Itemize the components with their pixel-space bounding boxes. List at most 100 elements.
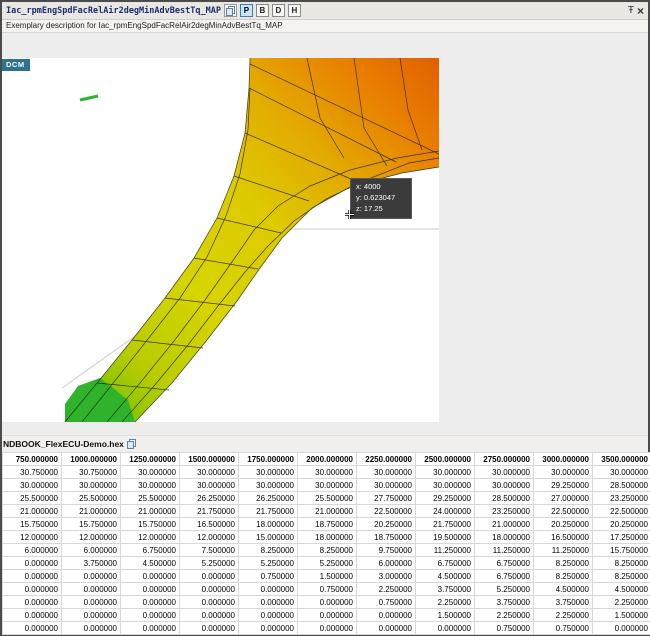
map-cell[interactable]: 1.500000	[416, 609, 475, 622]
map-cell[interactable]: 3.750000	[534, 596, 593, 609]
map-cell[interactable]: 12.000000	[121, 531, 180, 544]
map-cell[interactable]: 21.000000	[121, 505, 180, 518]
map-cell[interactable]: 5.250000	[239, 557, 298, 570]
map-cell[interactable]: 1.500000	[593, 609, 650, 622]
map-cell[interactable]: 6.750000	[121, 544, 180, 557]
map-cell[interactable]: 5.250000	[298, 557, 357, 570]
map-cell[interactable]: 30.000000	[62, 479, 121, 492]
map-cell[interactable]: 12.000000	[62, 531, 121, 544]
map-cell[interactable]: 6.750000	[475, 570, 534, 583]
map-cell[interactable]: 0.000000	[416, 622, 475, 635]
map-cell[interactable]: 30.000000	[298, 466, 357, 479]
map-cell[interactable]: 0.000000	[239, 622, 298, 635]
map-cell[interactable]: 30.000000	[239, 479, 298, 492]
map-cell[interactable]: 15.750000	[121, 518, 180, 531]
map-cell[interactable]: 4.500000	[121, 557, 180, 570]
map-cell[interactable]: 5.250000	[180, 557, 239, 570]
map-cell[interactable]: 25.500000	[3, 492, 62, 505]
view-toggle-d[interactable]: D	[272, 4, 285, 17]
map-cell[interactable]: 8.250000	[593, 570, 650, 583]
map-cell[interactable]: 20.250000	[593, 518, 650, 531]
map-cell[interactable]: 21.750000	[416, 518, 475, 531]
map-cell[interactable]: 6.000000	[62, 544, 121, 557]
map-cell[interactable]: 22.500000	[593, 505, 650, 518]
map-cell[interactable]: 30.000000	[357, 479, 416, 492]
map-cell[interactable]: 5.250000	[475, 583, 534, 596]
map-cell[interactable]: 21.000000	[3, 505, 62, 518]
map-cell[interactable]: 3.750000	[62, 557, 121, 570]
map-cell[interactable]: 26.250000	[239, 492, 298, 505]
map-cell[interactable]: 30.000000	[3, 479, 62, 492]
map-cell[interactable]: 22.500000	[357, 505, 416, 518]
map-cell[interactable]: 0.000000	[3, 609, 62, 622]
map-cell[interactable]: 0.000000	[239, 596, 298, 609]
map-cell[interactable]: 20.250000	[534, 518, 593, 531]
map-cell[interactable]: 24.000000	[416, 505, 475, 518]
map-cell[interactable]: 21.000000	[62, 505, 121, 518]
map-cell[interactable]: 30.750000	[62, 466, 121, 479]
map-cell[interactable]: 0.750000	[475, 622, 534, 635]
map-cell[interactable]: 0.000000	[180, 622, 239, 635]
view-toggle-physical[interactable]: P	[240, 4, 253, 17]
map-cell[interactable]: 18.750000	[357, 531, 416, 544]
map-cell[interactable]: 8.250000	[298, 544, 357, 557]
map-cell[interactable]: 7.500000	[180, 544, 239, 557]
map-cell[interactable]: 18.000000	[475, 531, 534, 544]
map-cell[interactable]: 25.500000	[62, 492, 121, 505]
map-cell[interactable]: 21.000000	[475, 518, 534, 531]
map-cell[interactable]: 2.250000	[593, 596, 650, 609]
pin-icon[interactable]: Ŧ	[628, 6, 634, 16]
map-cell[interactable]: 0.000000	[239, 609, 298, 622]
map-cell[interactable]: 30.750000	[3, 466, 62, 479]
view-toggle-b[interactable]: B	[256, 4, 269, 17]
map-cell[interactable]: 6.750000	[416, 557, 475, 570]
map-cell[interactable]: 30.000000	[416, 479, 475, 492]
map-cell[interactable]: 0.000000	[298, 596, 357, 609]
map-cell[interactable]: 2.250000	[416, 596, 475, 609]
map-cell[interactable]: 11.250000	[416, 544, 475, 557]
map-cell[interactable]: 0.000000	[62, 583, 121, 596]
map-cell[interactable]: 30.000000	[298, 479, 357, 492]
map-cell[interactable]: 18.000000	[239, 518, 298, 531]
map-cell[interactable]: 3.750000	[416, 583, 475, 596]
map-cell[interactable]: 17.250000	[593, 531, 650, 544]
map-cell[interactable]: 4.500000	[593, 583, 650, 596]
map-cell[interactable]: 6.750000	[475, 557, 534, 570]
map-cell[interactable]: 0.000000	[121, 570, 180, 583]
map-cell[interactable]: 26.250000	[180, 492, 239, 505]
map-cell[interactable]: 0.000000	[3, 583, 62, 596]
map-cell[interactable]: 8.250000	[534, 557, 593, 570]
map-cell[interactable]: 0.000000	[62, 596, 121, 609]
map-cell[interactable]: 30.000000	[239, 466, 298, 479]
map-cell[interactable]: 0.000000	[3, 570, 62, 583]
map-cell[interactable]: 0.000000	[62, 622, 121, 635]
copy-icon[interactable]	[127, 439, 136, 449]
view-toggle-h[interactable]: H	[288, 4, 301, 17]
map-cell[interactable]: 8.250000	[534, 570, 593, 583]
map-cell[interactable]: 2.250000	[475, 609, 534, 622]
map-cell[interactable]: 0.000000	[3, 596, 62, 609]
map-cell[interactable]: 0.000000	[62, 570, 121, 583]
map-cell[interactable]: 23.250000	[593, 492, 650, 505]
map-cell[interactable]: 0.000000	[180, 596, 239, 609]
close-icon[interactable]: ×	[637, 6, 644, 16]
map-cell[interactable]: 28.500000	[475, 492, 534, 505]
map-cell[interactable]: 18.000000	[298, 531, 357, 544]
map-cell[interactable]: 30.000000	[475, 466, 534, 479]
map-cell[interactable]: 0.000000	[121, 596, 180, 609]
map-cell[interactable]: 0.000000	[357, 622, 416, 635]
map-cell[interactable]: 0.750000	[534, 622, 593, 635]
map-cell[interactable]: 30.000000	[416, 466, 475, 479]
map-cell[interactable]: 8.250000	[593, 557, 650, 570]
map-cell[interactable]: 0.000000	[121, 609, 180, 622]
map-cell[interactable]: 0.750000	[298, 583, 357, 596]
map-cell[interactable]: 0.000000	[357, 609, 416, 622]
map-cell[interactable]: 9.750000	[357, 544, 416, 557]
map-cell[interactable]: 30.000000	[534, 466, 593, 479]
map-cell[interactable]: 12.000000	[180, 531, 239, 544]
map-cell[interactable]: 21.750000	[180, 505, 239, 518]
map-cell[interactable]: 29.250000	[534, 479, 593, 492]
map-cell[interactable]: 0.000000	[121, 622, 180, 635]
map-cell[interactable]: 28.500000	[593, 479, 650, 492]
map-cell[interactable]: 30.000000	[357, 466, 416, 479]
